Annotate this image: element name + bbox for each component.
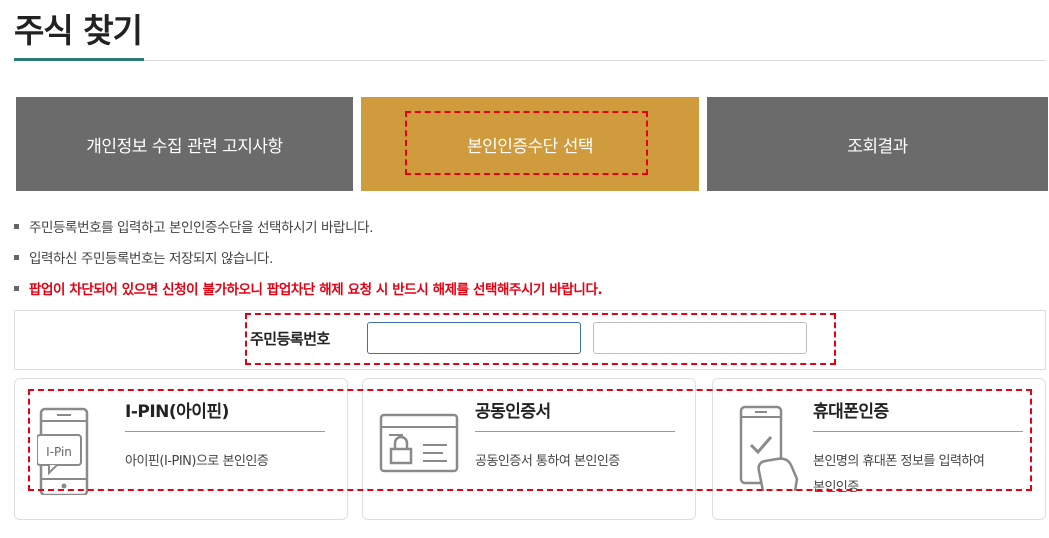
title-divider [14,60,1046,61]
resident-id-highlight [245,313,836,365]
step-privacy-notice: 개인정보 수집 관련 고지사항 [16,97,353,191]
notice-text: 팝업이 차단되어 있으면 신청이 불가하오니 팝업차단 해제 요청 시 반드시 … [29,282,603,298]
auth-methods-highlight [28,389,1032,491]
popup-warning-notice: 팝업이 차단되어 있으면 신청이 불가하오니 팝업차단 해제 요청 시 반드시 … [14,278,603,298]
bullet-icon [14,254,19,260]
step-results: 조회결과 [707,97,1048,191]
active-step-highlight [405,111,648,175]
bullet-icon [14,223,19,229]
bullet-icon [14,285,19,291]
title-accent-bar [14,58,144,61]
notice-text: 주민등록번호를 입력하고 본인인증수단을 선택하시기 바랍니다. [29,220,373,236]
notice-item: 입력하신 주민등록번호는 저장되지 않습니다. [14,247,273,267]
notice-text: 입력하신 주민등록번호는 저장되지 않습니다. [29,251,273,267]
page-title: 주식 찾기 [14,11,143,50]
notice-item: 주민등록번호를 입력하고 본인인증수단을 선택하시기 바랍니다. [14,216,373,236]
